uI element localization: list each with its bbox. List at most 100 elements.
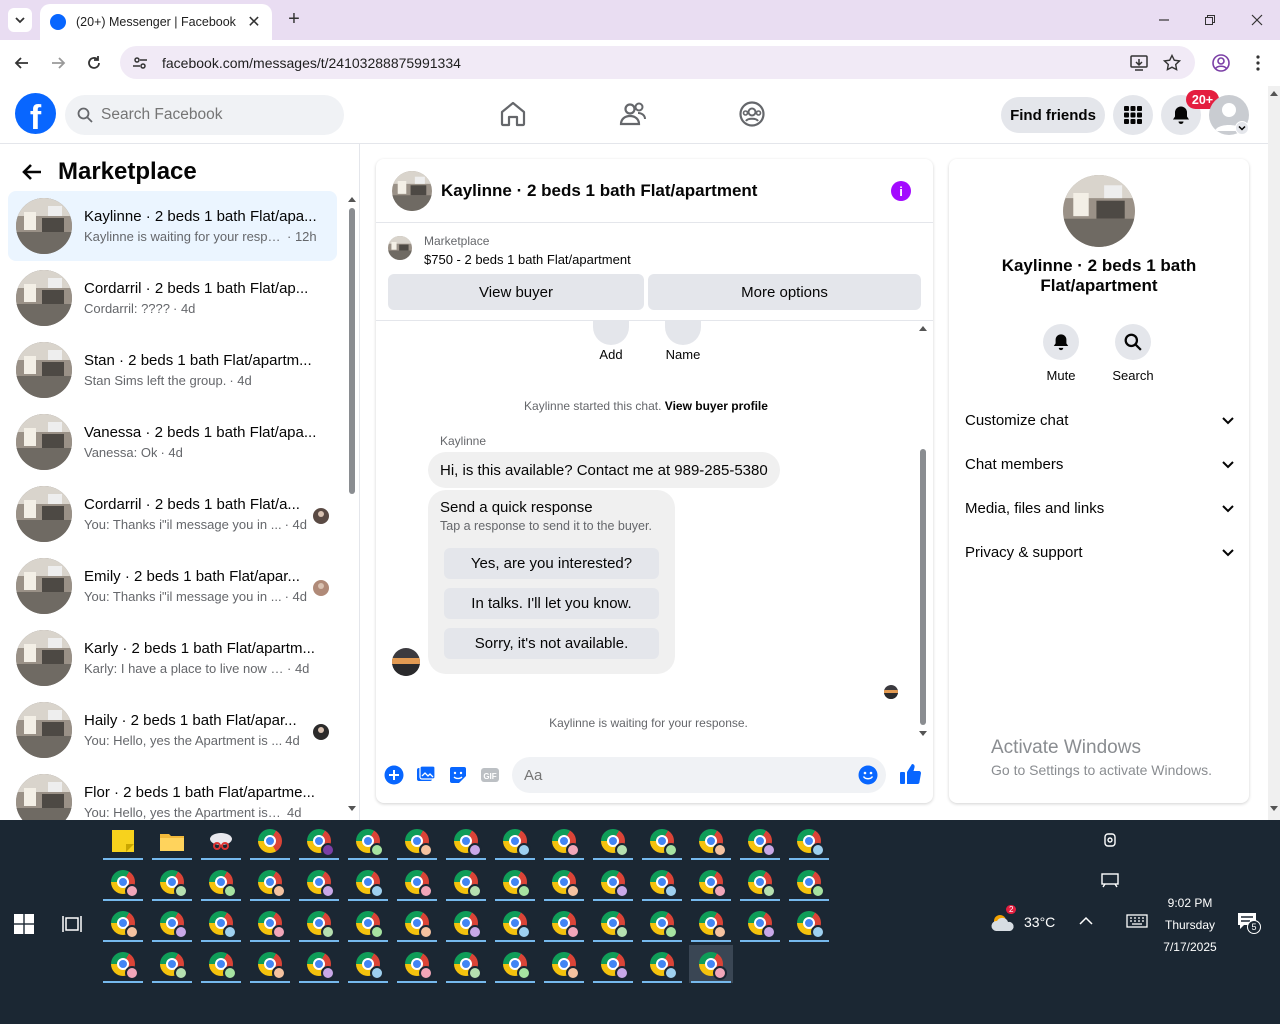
- chrome-profile-icon[interactable]: [297, 863, 341, 901]
- chrome-profile-icon[interactable]: [101, 945, 145, 983]
- listing-profile-photo[interactable]: [1063, 175, 1135, 247]
- weather-widget[interactable]: 2 33°C: [990, 905, 1055, 933]
- mute-action[interactable]: Mute: [1026, 324, 1096, 383]
- scroll-down-icon[interactable]: [919, 731, 927, 737]
- chrome-profile-icon[interactable]: [640, 863, 684, 901]
- chrome-profile-icon[interactable]: [738, 863, 782, 901]
- facebook-search[interactable]: [65, 95, 344, 135]
- chrome-profile-icon[interactable]: [640, 822, 684, 860]
- menu-button[interactable]: [1113, 95, 1153, 135]
- info-icon[interactable]: i: [891, 181, 911, 201]
- chrome-profile-icon[interactable]: [297, 822, 341, 860]
- chrome-profile-icon[interactable]: [199, 904, 243, 942]
- thread-scrollbar[interactable]: [916, 321, 930, 741]
- meet-now-icon[interactable]: [1102, 832, 1118, 848]
- chrome-profile-icon[interactable]: [395, 863, 439, 901]
- chrome-profile-icon[interactable]: [591, 904, 635, 942]
- screen-device-icon[interactable]: [1101, 872, 1119, 888]
- conversation-item[interactable]: Haily · 2 beds 1 bath Flat/apar... You: H…: [8, 695, 337, 765]
- chrome-profile-icon[interactable]: [542, 904, 586, 942]
- chrome-profile-icon[interactable]: [542, 863, 586, 901]
- chrome-profile-icon[interactable]: [297, 945, 341, 983]
- chrome-profile-icon[interactable]: [689, 822, 733, 860]
- chrome-profile-icon[interactable]: [444, 945, 488, 983]
- chrome-profile-icon[interactable]: [199, 863, 243, 901]
- scrollbar-thumb[interactable]: [349, 208, 355, 494]
- sticker-icon[interactable]: [448, 765, 468, 785]
- chrome-profile-icon[interactable]: [738, 822, 782, 860]
- add-action[interactable]: Add: [581, 321, 641, 362]
- name-action[interactable]: Name: [653, 321, 713, 362]
- customize-chat-section[interactable]: Customize chat: [965, 408, 1235, 432]
- reload-button[interactable]: [82, 51, 106, 75]
- scrollbar-thumb[interactable]: [920, 449, 926, 725]
- new-tab-button[interactable]: +: [282, 8, 306, 32]
- privacy-support-section[interactable]: Privacy & support: [965, 540, 1235, 564]
- back-button[interactable]: [10, 51, 34, 75]
- conversation-item[interactable]: Emily · 2 beds 1 bath Flat/apar... You: T…: [8, 551, 337, 621]
- chrome-profile-icon[interactable]: [591, 863, 635, 901]
- chrome-profile-icon[interactable]: [346, 945, 390, 983]
- account-caret[interactable]: [1235, 121, 1249, 135]
- chat-avatar[interactable]: [392, 170, 432, 211]
- system-clock[interactable]: 9:02 PM Thursday 7/17/2025: [1150, 892, 1230, 958]
- close-tab-icon[interactable]: ✕: [246, 12, 262, 32]
- chrome-profile-icon[interactable]: [591, 945, 635, 983]
- search-action[interactable]: Search: [1098, 324, 1168, 383]
- chrome-profile-icon[interactable]: [150, 904, 194, 942]
- view-buyer-button[interactable]: View buyer: [388, 274, 644, 310]
- message-bubble[interactable]: Hi, is this available? Contact me at 989…: [428, 452, 780, 488]
- chrome-profile-icon[interactable]: [395, 945, 439, 983]
- chrome-profile-icon[interactable]: [689, 904, 733, 942]
- facebook-logo[interactable]: f: [15, 93, 56, 134]
- listing-thumbnail[interactable]: [388, 236, 412, 260]
- tray-chevron-up-icon[interactable]: [1079, 916, 1093, 926]
- chrome-profile-icon[interactable]: [493, 822, 537, 860]
- sender-avatar[interactable]: [392, 648, 420, 676]
- scroll-down-icon[interactable]: [1270, 806, 1278, 812]
- photo-icon[interactable]: [416, 765, 436, 785]
- chrome-profile-icon[interactable]: [150, 863, 194, 901]
- scroll-up-icon[interactable]: [1270, 90, 1278, 96]
- chrome-profile-icon[interactable]: [248, 863, 292, 901]
- conversation-list-scrollbar[interactable]: [348, 196, 356, 816]
- conversation-item[interactable]: Karly · 2 beds 1 bath Flat/apartm... Karl…: [8, 623, 337, 693]
- chrome-profile-icon[interactable]: [248, 904, 292, 942]
- chrome-profile-icon[interactable]: [101, 863, 145, 901]
- conversation-item[interactable]: Flor · 2 beds 1 bath Flat/apartme... You:…: [8, 767, 337, 820]
- conversation-item[interactable]: Cordarril · 2 beds 1 bath Flat/ap... Cord…: [8, 263, 337, 333]
- conversation-item[interactable]: Vanessa · 2 beds 1 bath Flat/apa... Vanes…: [8, 407, 337, 477]
- keyboard-icon[interactable]: [1126, 914, 1148, 928]
- chrome-profile-icon[interactable]: [787, 904, 831, 942]
- chrome-profile-icon[interactable]: [787, 822, 831, 860]
- message-input-box[interactable]: [512, 757, 886, 793]
- windows-start-icon[interactable]: [14, 914, 34, 934]
- quick-response-in-talks[interactable]: In talks. I'll let you know.: [444, 588, 659, 619]
- conversation-item[interactable]: Kaylinne · 2 beds 1 bath Flat/apa... Kayl…: [8, 191, 337, 261]
- chrome-profile-icon[interactable]: [444, 822, 488, 860]
- snipping-tool-icon[interactable]: [199, 822, 243, 860]
- chrome-profile-icon[interactable]: [591, 822, 635, 860]
- address-bar[interactable]: facebook.com/messages/t/2410328887599133…: [120, 46, 1195, 79]
- quick-response-yes[interactable]: Yes, are you interested?: [444, 548, 659, 579]
- profile-icon[interactable]: [1212, 54, 1230, 72]
- chrome-profile-icon[interactable]: [689, 863, 733, 901]
- chrome-profile-icon[interactable]: [493, 904, 537, 942]
- chrome-profile-icon[interactable]: [395, 904, 439, 942]
- scroll-down-icon[interactable]: [348, 806, 356, 812]
- chrome-profile-icon[interactable]: [297, 904, 341, 942]
- site-settings-icon[interactable]: [132, 55, 148, 71]
- conversation-item[interactable]: Stan · 2 beds 1 bath Flat/apartm... Stan …: [8, 335, 337, 405]
- notification-center[interactable]: 5: [1237, 912, 1263, 936]
- chrome-profile-icon[interactable]: [199, 945, 243, 983]
- chrome-profile-icon[interactable]: [542, 822, 586, 860]
- restore-window-button[interactable]: [1198, 8, 1222, 32]
- chrome-profile-icon[interactable]: [150, 945, 194, 983]
- chrome-profile-icon[interactable]: [640, 945, 684, 983]
- page-scrollbar[interactable]: [1268, 86, 1280, 820]
- back-arrow-icon[interactable]: [22, 163, 42, 181]
- chrome-profile-icon[interactable]: [542, 945, 586, 983]
- browser-tab[interactable]: (20+) Messenger | Facebook ✕: [40, 4, 272, 40]
- chrome-profile-icon[interactable]: [101, 904, 145, 942]
- minimize-window-button[interactable]: [1152, 8, 1176, 32]
